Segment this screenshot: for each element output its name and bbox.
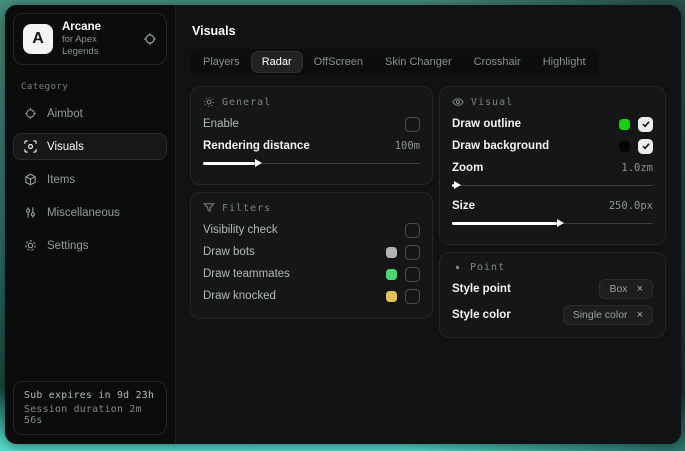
page-title: Visuals xyxy=(192,24,667,38)
visual-row-draw-background: Draw background xyxy=(452,135,653,157)
row-label: Draw knocked xyxy=(203,290,276,302)
draw-teammates-checkbox[interactable] xyxy=(405,267,420,282)
draw-background-checkbox[interactable] xyxy=(638,139,653,154)
filter-row-draw-teammates: Draw teammates xyxy=(203,263,420,285)
main-content: Visuals Players Radar OffScreen Skin Cha… xyxy=(176,5,681,444)
sidebar-item-label: Miscellaneous xyxy=(47,207,120,219)
crosshair-icon xyxy=(24,107,37,120)
visual-row-draw-outline: Draw outline xyxy=(452,113,653,135)
style-point-label: Style point xyxy=(452,283,511,295)
row-label: Draw background xyxy=(452,140,549,152)
brand-card: A Arcane for Apex Legends xyxy=(13,13,167,65)
crosshair-icon[interactable] xyxy=(143,32,157,46)
tab-skin-changer[interactable]: Skin Changer xyxy=(375,52,462,72)
sidebar-item-aimbot[interactable]: Aimbot xyxy=(13,100,167,127)
draw-outline-color-swatch[interactable] xyxy=(619,119,630,130)
sliders-icon xyxy=(24,206,37,219)
app-name: Arcane xyxy=(62,20,134,34)
row-label: Draw teammates xyxy=(203,268,290,280)
funnel-icon xyxy=(203,202,215,214)
draw-background-color-swatch[interactable] xyxy=(619,141,630,152)
sidebar-item-label: Items xyxy=(47,174,75,186)
point-row-style-point: Style point Box × xyxy=(452,278,653,300)
style-color-select[interactable]: Single color × xyxy=(563,305,653,325)
size-slider[interactable] xyxy=(452,218,653,229)
app-subtitle: for Apex Legends xyxy=(62,34,134,58)
sidebar-item-label: Visuals xyxy=(47,141,84,153)
close-icon[interactable]: × xyxy=(637,284,643,295)
row-label: Draw bots xyxy=(203,246,255,258)
sidebar-item-label: Aimbot xyxy=(47,108,83,120)
general-panel: General Enable Rendering distance 100m xyxy=(190,86,433,185)
eye-icon xyxy=(452,96,464,108)
app-window: A Arcane for Apex Legends Category Aimbo… xyxy=(5,5,681,444)
visuals-tabbar: Players Radar OffScreen Skin Changer Cro… xyxy=(190,49,599,75)
style-point-value: Box xyxy=(609,283,627,295)
zoom-label: Zoom xyxy=(452,162,483,174)
close-icon[interactable]: × xyxy=(637,310,643,321)
filter-row-visibility-check: Visibility check xyxy=(203,219,420,241)
visual-row-size: Size 250.0px xyxy=(452,195,653,217)
zoom-value: 1.0zm xyxy=(621,162,653,174)
draw-teammates-color-swatch[interactable] xyxy=(386,269,397,280)
style-color-label: Style color xyxy=(452,309,511,321)
rendering-distance-label: Rendering distance xyxy=(203,140,310,152)
filters-panel: Filters Visibility check Draw bots Draw … xyxy=(190,192,433,319)
filter-row-draw-knocked: Draw knocked xyxy=(203,285,420,307)
enable-checkbox[interactable] xyxy=(405,117,420,132)
style-point-select[interactable]: Box × xyxy=(599,279,653,299)
row-label: Draw outline xyxy=(452,118,521,130)
tab-offscreen[interactable]: OffScreen xyxy=(304,52,373,72)
visibility-check-checkbox[interactable] xyxy=(405,223,420,238)
sidebar-item-settings[interactable]: Settings xyxy=(13,232,167,259)
style-color-value: Single color xyxy=(573,309,628,321)
panel-title: Visual xyxy=(471,97,513,108)
tab-highlight[interactable]: Highlight xyxy=(533,52,596,72)
draw-outline-checkbox[interactable] xyxy=(638,117,653,132)
tab-crosshair[interactable]: Crosshair xyxy=(464,52,531,72)
point-icon xyxy=(452,262,463,273)
point-panel: Point Style point Box × Style color Sing… xyxy=(439,252,666,338)
rendering-distance-value: 100m xyxy=(395,140,420,152)
draw-bots-color-swatch[interactable] xyxy=(386,247,397,258)
sidebar-item-visuals[interactable]: Visuals xyxy=(13,133,167,160)
visual-row-zoom: Zoom 1.0zm xyxy=(452,157,653,179)
zoom-slider[interactable] xyxy=(452,180,653,191)
tab-radar[interactable]: Radar xyxy=(252,52,302,72)
category-label: Category xyxy=(5,69,175,97)
filter-row-draw-bots: Draw bots xyxy=(203,241,420,263)
size-value: 250.0px xyxy=(609,200,653,212)
sidebar: A Arcane for Apex Legends Category Aimbo… xyxy=(5,5,176,444)
panel-title: Filters xyxy=(222,203,271,214)
session-duration-text: Session duration 2m 56s xyxy=(24,404,156,426)
enable-label: Enable xyxy=(203,118,239,130)
eye-scan-icon xyxy=(24,140,37,153)
gear-icon xyxy=(24,239,37,252)
box-icon xyxy=(24,173,37,186)
size-label: Size xyxy=(452,200,475,212)
visual-panel: Visual Draw outline Draw background xyxy=(439,86,666,245)
sidebar-item-items[interactable]: Items xyxy=(13,166,167,193)
point-row-style-color: Style color Single color × xyxy=(452,304,653,326)
draw-knocked-checkbox[interactable] xyxy=(405,289,420,304)
sidebar-item-label: Settings xyxy=(47,240,89,252)
sun-icon xyxy=(203,96,215,108)
row-label: Visibility check xyxy=(203,224,278,236)
sidebar-item-miscellaneous[interactable]: Miscellaneous xyxy=(13,199,167,226)
tab-players[interactable]: Players xyxy=(193,52,250,72)
draw-bots-checkbox[interactable] xyxy=(405,245,420,260)
subscription-info: Sub expires in 9d 23h Session duration 2… xyxy=(13,381,167,435)
draw-knocked-color-swatch[interactable] xyxy=(386,291,397,302)
app-logo: A xyxy=(23,24,53,54)
panel-title: General xyxy=(222,97,271,108)
sub-expires-text: Sub expires in 9d 23h xyxy=(24,390,156,401)
panel-title: Point xyxy=(470,262,505,273)
rendering-distance-slider[interactable] xyxy=(203,158,420,169)
